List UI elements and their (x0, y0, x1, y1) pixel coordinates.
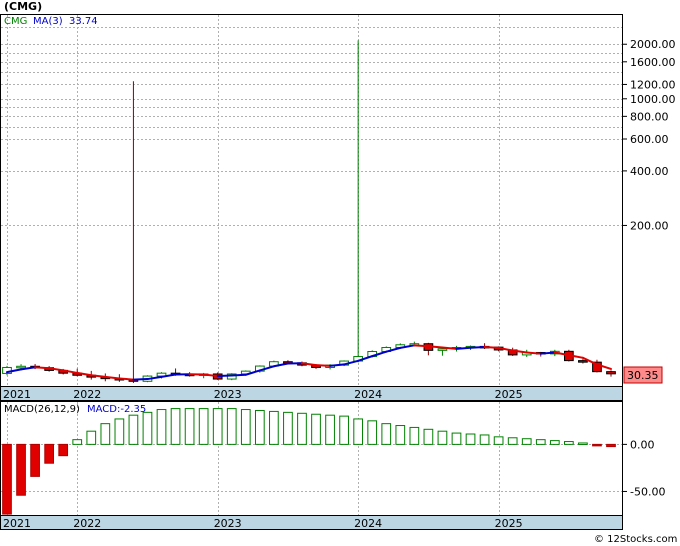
macd-bar (2, 443, 12, 515)
macd-x-tick-label: 2022 (73, 517, 101, 530)
ma-segment (34, 366, 51, 370)
macd-bar (72, 439, 83, 445)
macd-bar (507, 437, 518, 445)
watermark: © 12Stocks.com (594, 534, 677, 545)
macd-bar (58, 443, 69, 457)
ma-segment (329, 363, 346, 367)
macd-bar (353, 418, 364, 445)
candle-body (16, 365, 26, 369)
macd-y-tick-label: -50.00 (630, 485, 665, 498)
price-y-tick-label: 2000.00 (630, 38, 676, 51)
macd-bar (254, 409, 265, 445)
macd-bar (142, 411, 153, 445)
macd-bar (423, 428, 434, 445)
candle-body (437, 348, 448, 351)
macd-bar (381, 423, 392, 445)
macd-bar (128, 414, 139, 445)
macd-x-tick-label: 2021 (3, 517, 31, 530)
price-x-tick-label: 2022 (73, 388, 101, 401)
price-plot-area (0, 14, 623, 387)
candle-body (606, 371, 616, 375)
ma-segment (469, 345, 486, 349)
macd-x-tick-label: 2024 (354, 517, 382, 530)
price-panel: 2000.00 1600.00 1200.00 1000.00 800.00 600.00… (0, 0, 676, 401)
macd-bar (395, 425, 406, 445)
price-y-tick-label: 1600.00 (630, 56, 676, 69)
macd-legend-value: MACD:-2.35 (87, 404, 146, 415)
ma-segment (118, 377, 135, 381)
macd-y-tick-label: 0.00 (630, 438, 655, 451)
macd-bar (564, 441, 574, 445)
ma-segment (441, 346, 458, 350)
legend-ma-value: 33.74 (69, 16, 98, 27)
macd-bar (493, 436, 504, 445)
price-x-tick-label: 2025 (495, 388, 523, 401)
macd-bar (156, 409, 167, 445)
macd-bar (578, 442, 588, 445)
ma-segment (413, 344, 430, 348)
price-x-tick-label: 2021 (3, 388, 31, 401)
macd-bar (535, 439, 546, 445)
macd-bar (451, 432, 462, 445)
macd-bar (170, 408, 181, 445)
macd-bar (465, 433, 476, 445)
price-y-tick-label: 400.00 (630, 165, 669, 178)
price-y-tick-label: 1000.00 (630, 93, 676, 106)
macd-legend: MACD(26,12,9) MACD:-2.35 (4, 404, 146, 415)
macd-bar (86, 430, 97, 445)
stock-chart: 2000.00 1600.00 1200.00 1000.00 800.00 600.00… (0, 0, 680, 546)
macd-bar (283, 411, 293, 445)
macd-bar (521, 438, 532, 445)
macd-x-tick-label: 2023 (214, 517, 242, 530)
macd-bar (212, 408, 223, 445)
macd-bar (325, 414, 335, 445)
macd-bar (297, 412, 307, 445)
price-legend: CMG MA(3) 33.74 (4, 16, 98, 27)
last-price-label: 30.35 (627, 369, 659, 382)
legend-ticker: CMG (4, 16, 27, 27)
macd-x-tick-label: 2025 (495, 517, 523, 530)
price-x-tick-label: 2023 (214, 388, 242, 401)
macd-bar (592, 443, 602, 447)
price-y-tick-label: 600.00 (630, 133, 669, 146)
macd-bar (44, 443, 54, 464)
macd-bar (184, 408, 195, 445)
chart-title: (CMG) (4, 0, 42, 13)
macd-legend-params: MACD(26,12,9) (4, 404, 80, 415)
macd-bar (339, 415, 349, 445)
macd-bar (240, 409, 251, 445)
ma-segment (216, 374, 233, 378)
price-y-tick-label: 800.00 (630, 110, 669, 123)
legend-ma-name: MA(3) (33, 16, 63, 27)
macd-bar (226, 408, 237, 445)
macd-bar (114, 418, 125, 445)
macd-bar (198, 408, 209, 445)
macd-bar (479, 434, 490, 445)
macd-bar (409, 426, 420, 445)
macd-bar (367, 420, 378, 445)
macd-panel: 0.00 -50.00 2021 2022 2023 2024 2025 MACD(26,… (0, 401, 665, 530)
macd-bar (606, 443, 616, 448)
ma-segment (483, 345, 500, 349)
price-x-tick-label: 2024 (354, 388, 382, 401)
ma-segment (539, 351, 556, 355)
price-y-tick-label: 1200.00 (630, 78, 676, 91)
candle-body (578, 360, 588, 363)
macd-bar (16, 443, 26, 496)
ma-segment (230, 373, 247, 377)
macd-bar (269, 410, 279, 445)
ma-segment (132, 378, 149, 381)
ma-segment (525, 351, 542, 355)
ma-segment (427, 345, 444, 349)
macd-bar (549, 440, 560, 445)
ma-segment (315, 364, 332, 367)
macd-bar (311, 413, 321, 445)
macd-bar (100, 423, 111, 445)
ma-segment (455, 346, 472, 350)
macd-bar (437, 430, 448, 445)
last-price-marker: 30.35 (623, 366, 663, 384)
price-y-tick-label: 200.00 (630, 219, 669, 232)
macd-bar (30, 443, 40, 477)
